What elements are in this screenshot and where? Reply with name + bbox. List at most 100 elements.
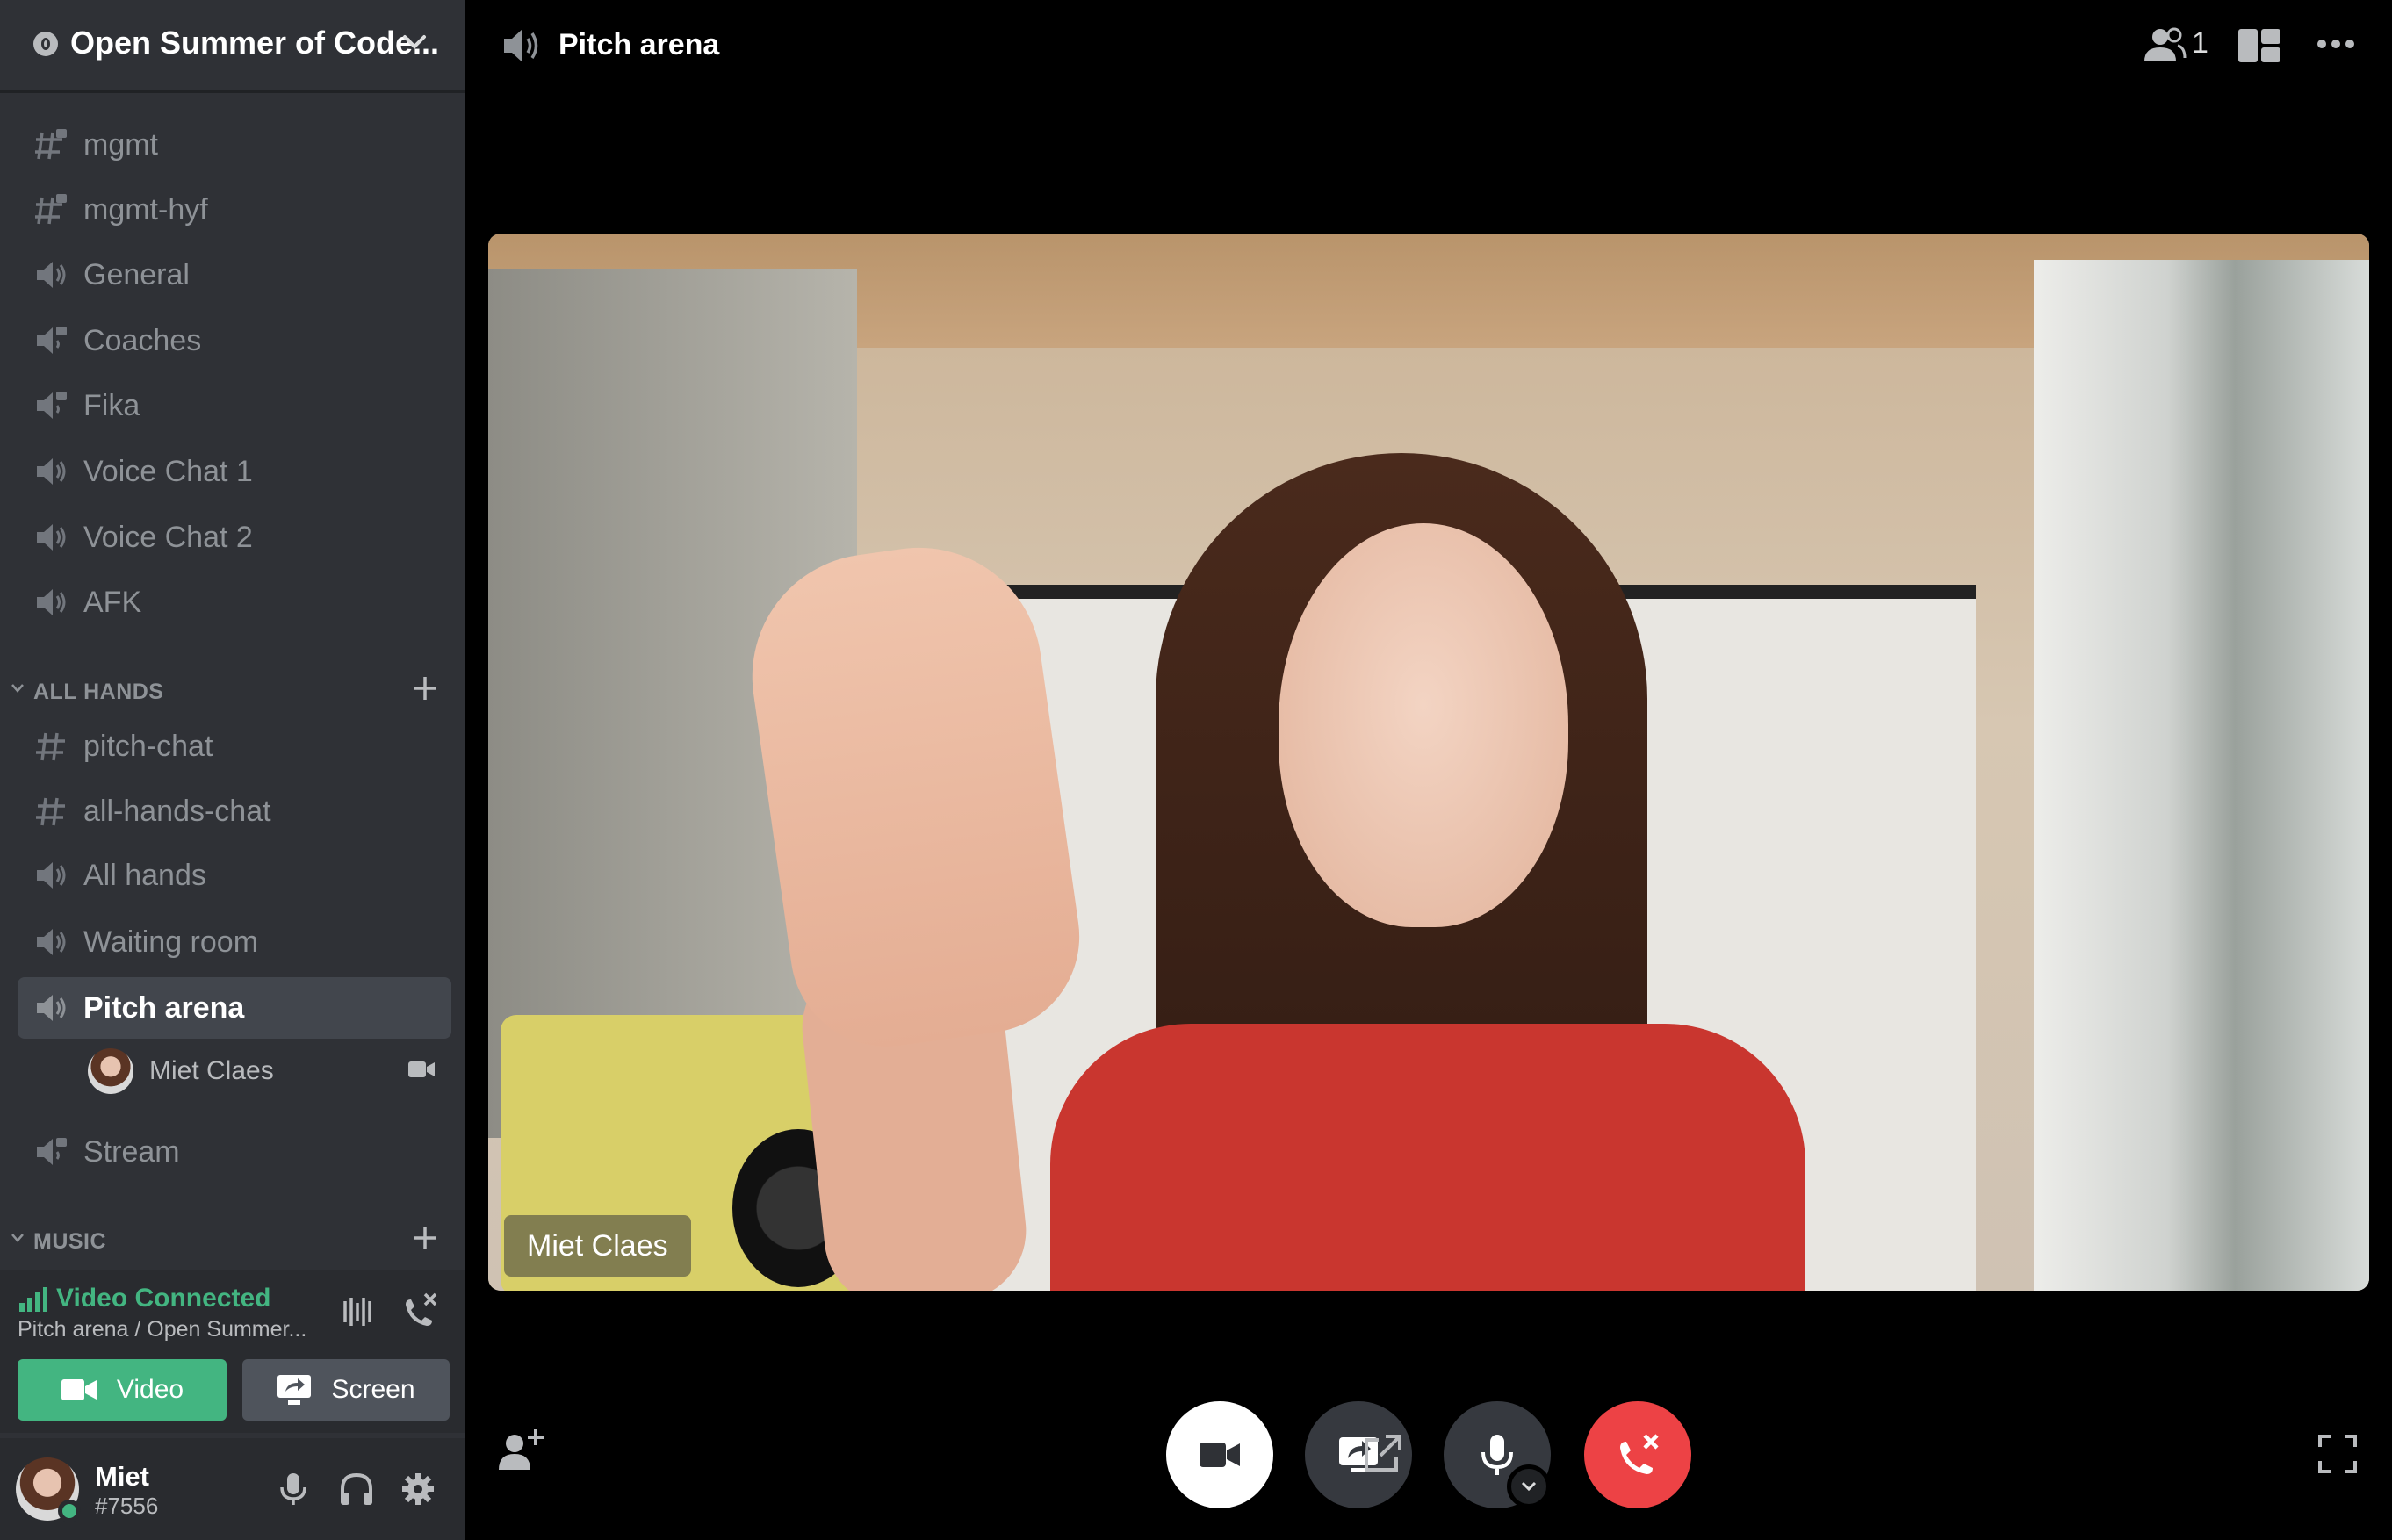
channel-sidebar: Open Summer of Code... mgmt mgmt-hyf Gen…	[0, 0, 465, 1540]
channel-label: pitch-chat	[83, 729, 213, 763]
participant-video-tile[interactable]: Miet Claes	[488, 234, 2369, 1291]
server-header[interactable]: Open Summer of Code...	[0, 0, 465, 93]
voice-member-name: Miet Claes	[149, 1056, 274, 1085]
add-channel-icon[interactable]	[411, 1224, 439, 1252]
participant-name-tag: Miet Claes	[504, 1215, 691, 1277]
members-icon[interactable]	[2143, 26, 2187, 63]
chevron-down-icon	[1521, 1481, 1537, 1492]
hashtag-icon	[36, 797, 65, 826]
layout-grid-icon[interactable]	[2237, 28, 2281, 63]
channel-label: Voice Chat 1	[83, 454, 253, 488]
voice-member-row[interactable]: Miet Claes	[88, 1047, 443, 1096]
channel-pitch-chat[interactable]: pitch-chat	[18, 716, 451, 777]
channel-label: General	[83, 257, 190, 291]
category-label: MUSIC	[33, 1229, 107, 1254]
toggle-camera-button[interactable]	[1166, 1401, 1273, 1508]
speaker-icon	[37, 589, 66, 615]
channel-pitch-arena[interactable]: Pitch arena	[18, 977, 451, 1039]
fullscreen-icon[interactable]	[2318, 1435, 2357, 1473]
speaker-icon	[37, 524, 66, 551]
voice-status-title: Video Connected	[56, 1284, 271, 1313]
add-channel-icon[interactable]	[411, 674, 439, 702]
channel-mgmt[interactable]: mgmt	[18, 114, 451, 176]
channel-label: Voice Chat 2	[83, 520, 253, 554]
member-count: 1	[2192, 26, 2208, 60]
speaker-icon	[37, 458, 66, 485]
screen-share-button[interactable]: Screen	[242, 1359, 450, 1421]
channel-label: Fika	[83, 388, 140, 422]
disconnect-call-icon	[1620, 1434, 1659, 1474]
category-label: ALL HANDS	[33, 680, 164, 704]
user-panel: Miet #7556	[0, 1438, 465, 1540]
audio-settings-dropdown[interactable]	[1507, 1464, 1551, 1508]
channel-label: mgmt-hyf	[83, 192, 208, 227]
disconnect-call-icon[interactable]	[400, 1291, 439, 1329]
discord-window: Open Summer of Code... mgmt mgmt-hyf Gen…	[0, 0, 2392, 1540]
voice-call-view: Pitch arena 1 Miet Claes	[465, 0, 2392, 1540]
channel-afk[interactable]: AFK	[18, 572, 451, 633]
voice-connection-panel: Video Connected Pitch arena / Open Summe…	[0, 1270, 465, 1433]
video-background	[2034, 260, 2369, 1291]
speaker-icon	[504, 29, 538, 62]
chevron-down-icon	[11, 684, 24, 693]
video-camera-icon	[61, 1379, 97, 1400]
category-music[interactable]: MUSIC	[11, 1220, 450, 1259]
channel-label: mgmt	[83, 127, 158, 162]
online-status-indicator	[58, 1500, 81, 1522]
speaker-icon	[37, 995, 66, 1021]
chevron-down-icon	[403, 35, 426, 49]
video-button-label: Video	[116, 1375, 184, 1404]
server-boost-icon	[33, 32, 58, 56]
disconnect-button[interactable]	[1584, 1401, 1691, 1508]
channel-label: Waiting room	[83, 925, 259, 959]
server-name: Open Summer of Code...	[70, 25, 440, 61]
speaker-lock-icon	[37, 327, 67, 354]
headphones-icon[interactable]	[339, 1472, 374, 1507]
popout-icon[interactable]	[1363, 1435, 1401, 1473]
user-discriminator: #7556	[95, 1493, 159, 1519]
channel-stream[interactable]: Stream	[18, 1121, 451, 1183]
more-options-icon[interactable]	[2316, 39, 2355, 49]
channel-fika[interactable]: Fika	[18, 375, 451, 436]
channel-all-hands[interactable]: All hands	[18, 845, 451, 906]
channel-label: Pitch arena	[83, 990, 245, 1025]
channel-mgmt-hyf[interactable]: mgmt-hyf	[18, 179, 451, 241]
video-camera-icon	[1200, 1443, 1240, 1467]
channel-waiting-room[interactable]: Waiting room	[18, 911, 451, 973]
chevron-down-icon	[11, 1234, 24, 1242]
microphone-icon	[1481, 1435, 1513, 1475]
channel-label: all-hands-chat	[83, 794, 271, 828]
hashtag-lock-icon	[35, 129, 67, 160]
video-button[interactable]: Video	[18, 1359, 227, 1421]
noise-suppression-icon[interactable]	[342, 1296, 374, 1328]
channel-general[interactable]: General	[18, 244, 451, 306]
category-all-hands[interactable]: ALL HANDS	[11, 671, 450, 709]
screen-button-label: Screen	[331, 1375, 415, 1404]
signal-strength-icon	[19, 1287, 47, 1312]
speaker-icon	[37, 262, 66, 288]
channel-voice-chat-2[interactable]: Voice Chat 2	[18, 507, 451, 568]
speaker-lock-icon	[37, 392, 67, 419]
page-title: Pitch arena	[558, 28, 720, 61]
channel-voice-chat-1[interactable]: Voice Chat 1	[18, 441, 451, 502]
voice-status-subtitle[interactable]: Pitch arena / Open Summer...	[18, 1317, 306, 1342]
username: Miet	[95, 1461, 149, 1492]
microphone-icon[interactable]	[277, 1472, 309, 1507]
channel-label: AFK	[83, 585, 142, 619]
speaker-icon	[37, 862, 66, 889]
channel-label: Stream	[83, 1134, 180, 1169]
screen-share-icon	[277, 1375, 312, 1405]
invite-user-icon[interactable]	[499, 1428, 544, 1472]
channel-coaches[interactable]: Coaches	[18, 310, 451, 371]
channel-label: Coaches	[83, 323, 202, 357]
channel-label: All hands	[83, 858, 206, 892]
channel-all-hands-chat[interactable]: all-hands-chat	[18, 781, 451, 842]
speaker-icon	[37, 929, 66, 955]
hashtag-icon	[36, 732, 65, 761]
participant-figure	[1279, 523, 1568, 927]
gear-icon[interactable]	[400, 1472, 436, 1507]
participant-figure	[1050, 1024, 1805, 1291]
hashtag-lock-icon	[35, 194, 67, 225]
speaker-lock-icon	[37, 1138, 67, 1165]
video-camera-icon	[408, 1061, 435, 1077]
